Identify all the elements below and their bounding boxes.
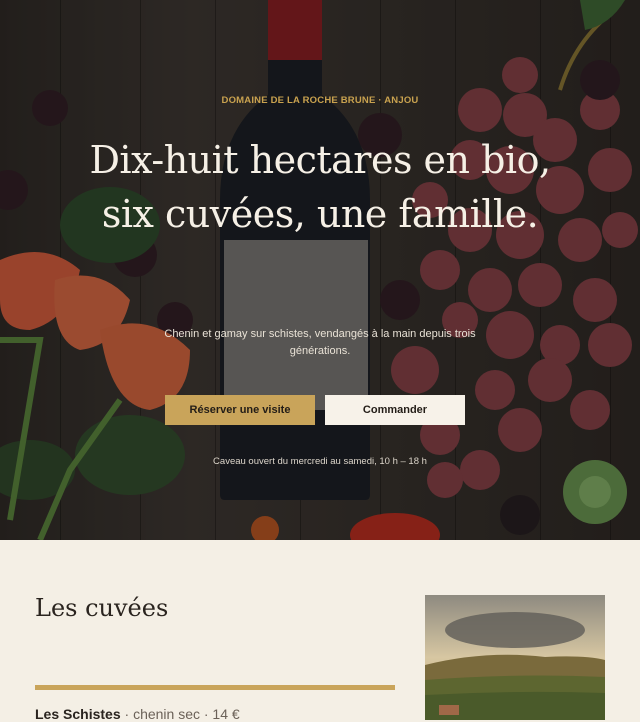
vineyard-photo	[425, 595, 605, 720]
headline-line-2: six cuvées, une famille.	[101, 192, 539, 236]
order-button[interactable]: Commander	[325, 395, 465, 425]
book-visit-button[interactable]: Réserver une visite	[165, 395, 315, 425]
gold-divider	[35, 685, 395, 690]
headline-line-1: Dix-huit hectares en bio,	[89, 138, 551, 182]
cuvees-title: Les cuvées	[35, 594, 169, 622]
opening-hours: Caveau ouvert du mercredi au samedi, 10 …	[213, 456, 427, 467]
hero-headline: Dix-huit hectares en bio, six cuvées, un…	[0, 133, 640, 241]
domain-eyebrow: DOMAINE DE LA ROCHE BRUNE · ANJOU	[221, 95, 419, 106]
hero-section: DOMAINE DE LA ROCHE BRUNE · ANJOU Dix-hu…	[0, 0, 640, 540]
hero-subline: Chenin et gamay sur schistes, vendangés …	[164, 328, 476, 357]
hero-content: DOMAINE DE LA ROCHE BRUNE · ANJOU Dix-hu…	[0, 0, 640, 540]
